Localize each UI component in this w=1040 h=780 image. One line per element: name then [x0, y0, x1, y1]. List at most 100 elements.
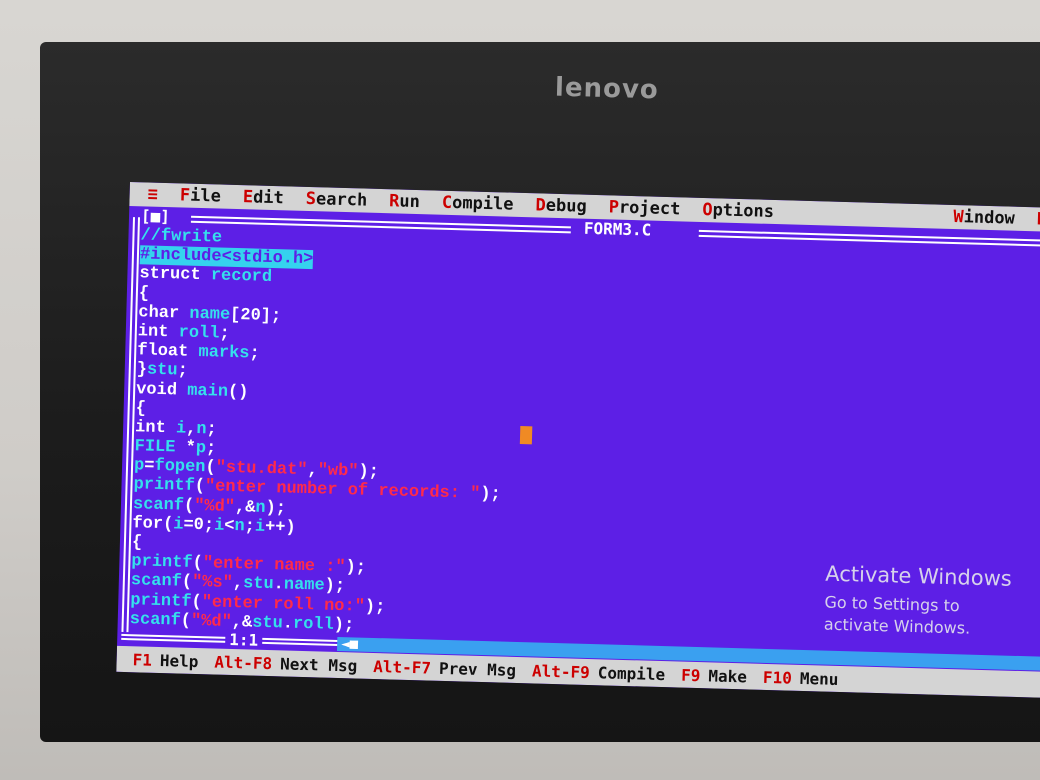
menu-item[interactable]: Compile — [442, 193, 514, 215]
status-label: Make — [708, 665, 748, 686]
code-token: ); — [324, 576, 346, 597]
menu-hotkey: F — [179, 185, 191, 206]
code-token: record — [210, 266, 273, 288]
code-token: < — [223, 516, 235, 536]
code-token: "wb" — [317, 461, 359, 482]
code-token: scanf — [129, 609, 182, 631]
menu-label: ile — [189, 185, 222, 207]
code-token: void — [135, 379, 188, 401]
status-item[interactable]: F10 Menu — [763, 667, 839, 688]
menu-item[interactable]: Run — [389, 191, 420, 212]
code-token: { — [131, 533, 143, 553]
menu-label: ptions — [712, 200, 775, 222]
code-token: int — [134, 418, 177, 439]
code-token: ,& — [234, 497, 256, 518]
menu-hotkey: R — [388, 191, 400, 212]
code-token: main — [186, 381, 229, 402]
code-token: ); — [358, 462, 380, 483]
menu-item[interactable]: He — [1037, 209, 1040, 230]
code-token: printf — [131, 552, 193, 574]
menu-item[interactable]: Edit — [243, 187, 285, 208]
code-token: ); — [480, 485, 501, 505]
system-menu-icon[interactable]: ≡ — [147, 185, 158, 205]
code-token: for — [132, 514, 164, 534]
menu-item[interactable]: File — [180, 185, 222, 206]
code-token: "%d" — [190, 611, 233, 632]
status-key: Alt-F8 — [214, 652, 273, 673]
menu-spacer — [796, 213, 953, 217]
lenovo-logo: lenovo — [554, 72, 660, 106]
code-token: ; — [177, 361, 189, 381]
monitor-bezel: lenovo ≡ File Edit Search Run Compile Debug Pr… — [40, 42, 1040, 742]
status-item[interactable]: Alt-F8 Next Msg — [214, 652, 357, 675]
watermark-title: Activate Windows — [825, 561, 1013, 591]
code-token: ; — [205, 439, 217, 459]
activate-windows-watermark: Activate Windows Go to Settings to activ… — [824, 562, 1012, 641]
code-token: ; — [219, 324, 230, 344]
status-item[interactable]: F1 Help — [132, 650, 198, 671]
menu-label: ompile — [451, 193, 514, 215]
code-token: ); — [345, 558, 367, 578]
code-token: "%d" — [193, 496, 236, 517]
code-token: stu — [146, 360, 178, 381]
status-item[interactable]: F9 Make — [681, 665, 747, 686]
code-token: name — [283, 575, 325, 596]
menu-hotkey: C — [441, 192, 453, 213]
code-token: scanf — [130, 571, 183, 592]
menu-label: indow — [963, 207, 1016, 229]
code-token: ); — [364, 597, 386, 617]
code-token: ); — [333, 615, 355, 636]
code-token: struct — [139, 264, 212, 286]
status-label: Menu — [799, 668, 839, 689]
code-token: ++) — [264, 517, 296, 538]
code-token: fopen — [154, 457, 206, 478]
status-label: Prev Msg — [438, 658, 517, 680]
title-rule-right — [698, 229, 1040, 248]
code-token: printf — [133, 475, 195, 497]
code-token: [20]; — [229, 305, 282, 327]
code-token: () — [227, 382, 249, 402]
code-token: roll — [292, 614, 335, 635]
editor-filename: FORM3.C — [583, 218, 652, 240]
menu-label: ebug — [545, 195, 588, 217]
code-token: i — [175, 419, 187, 439]
code-token: scanf — [132, 494, 185, 516]
status-key: Alt-F7 — [372, 656, 432, 678]
menu-item[interactable]: Options — [702, 200, 774, 222]
status-item[interactable]: Alt-F7 Prev Msg — [373, 656, 516, 679]
code-token: float — [137, 341, 199, 363]
menu-item[interactable]: Debug — [535, 195, 587, 216]
menu-label: roject — [618, 197, 681, 220]
watermark-line-2: activate Windows. — [823, 614, 971, 638]
scroll-left-icon[interactable]: ◄■ — [341, 636, 358, 652]
cursor-position: 1:1 — [225, 629, 263, 650]
code-token: n — [255, 498, 266, 518]
code-token: printf — [130, 590, 192, 612]
status-label: Next Msg — [279, 653, 358, 676]
status-key: F1 — [132, 649, 153, 670]
code-token: "stu.dat" — [215, 458, 308, 481]
code-token: name — [189, 304, 231, 325]
status-item[interactable]: Alt-F9 Compile — [532, 661, 666, 684]
code-token: ; — [249, 344, 260, 364]
menu-item[interactable]: Window — [953, 207, 1015, 229]
code-editor[interactable]: //fwrite #include<stdio.h> struct record{c… — [130, 226, 508, 639]
turbo-c-screen: ≡ File Edit Search Run Compile Debug Project Op… — [116, 182, 1040, 699]
menu-label: un — [399, 191, 421, 213]
code-token: , — [307, 461, 318, 481]
code-token: stu — [242, 574, 274, 595]
code-token: { — [135, 398, 147, 419]
menu-label: earch — [315, 189, 368, 211]
code-token: . — [273, 575, 285, 595]
code-token: ( — [205, 458, 216, 478]
code-token: int — [137, 322, 179, 343]
menu-item[interactable]: Project — [608, 197, 680, 219]
status-label: Help — [159, 650, 199, 671]
code-token: i — [254, 517, 266, 537]
code-token: ; — [206, 420, 218, 440]
code-token: "%s" — [191, 573, 234, 594]
menu-item[interactable]: Search — [306, 189, 368, 211]
status-label: Compile — [597, 662, 666, 684]
code-token: ( — [162, 514, 174, 535]
close-box-icon[interactable]: [■] — [141, 206, 170, 226]
